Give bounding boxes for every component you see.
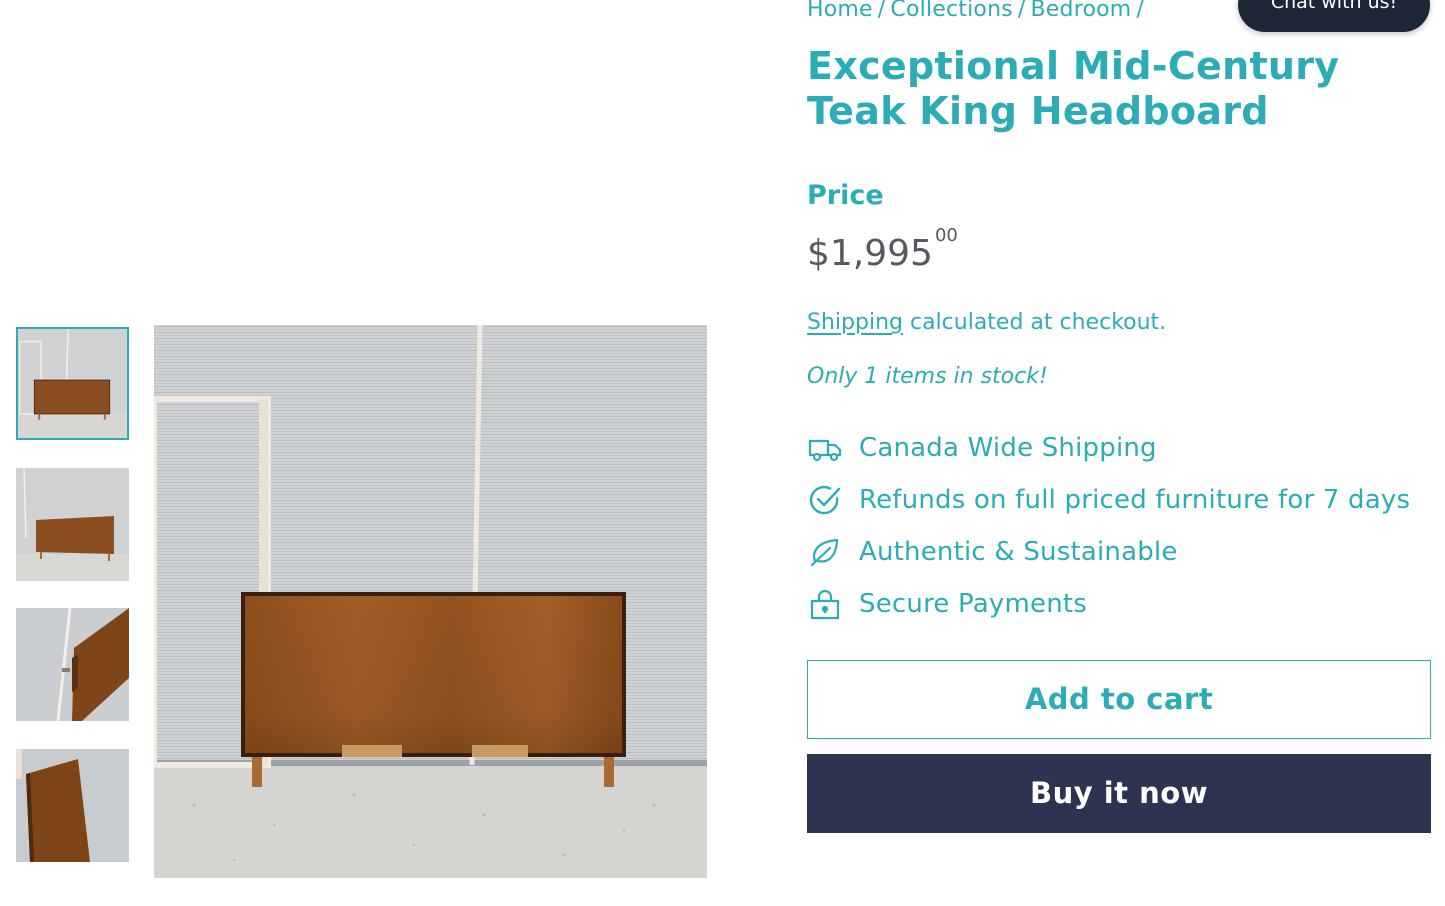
- breadcrumb: Home / Collections / Bedroom /: [807, 0, 1149, 22]
- breadcrumb-bedroom[interactable]: Bedroom: [1031, 0, 1132, 22]
- feature-text: Refunds on full priced furniture for 7 d…: [859, 485, 1411, 515]
- headboard-angle-thumbnail-image: [16, 468, 129, 581]
- main-product-image[interactable]: [154, 325, 707, 878]
- breadcrumb-collections[interactable]: Collections: [890, 0, 1012, 22]
- shipping-note-text: calculated at checkout.: [902, 310, 1167, 335]
- breadcrumb-separator: /: [1017, 0, 1026, 22]
- shipping-note: Shipping calculated at checkout.: [807, 310, 1166, 335]
- feature-item: Canada Wide Shipping: [807, 430, 1157, 466]
- feature-text: Secure Payments: [859, 589, 1088, 619]
- headboard-photo: [154, 325, 707, 878]
- check-circle-icon: [807, 482, 843, 518]
- buy-it-now-button[interactable]: Buy it now: [807, 754, 1431, 833]
- thumbnail-4[interactable]: [16, 749, 129, 862]
- feature-text: Canada Wide Shipping: [859, 433, 1157, 463]
- breadcrumb-home[interactable]: Home: [807, 0, 873, 22]
- lock-icon: [807, 586, 843, 622]
- product-price: $1,995 00: [807, 227, 958, 275]
- headboard-side-thumbnail-image: [16, 608, 129, 721]
- feature-item: Refunds on full priced furniture for 7 d…: [807, 482, 1410, 518]
- headboard-closeup-thumbnail-image: [16, 749, 129, 862]
- leaf-icon: [807, 534, 843, 570]
- thumbnail-2[interactable]: [16, 468, 129, 581]
- feature-item: Authentic & Sustainable: [807, 534, 1178, 570]
- price-main: $1,995: [807, 233, 933, 274]
- headboard-front-thumbnail-image: [18, 329, 127, 438]
- breadcrumb-separator: /: [1136, 0, 1145, 22]
- thumbnail-3[interactable]: [16, 608, 129, 721]
- breadcrumb-separator: /: [877, 0, 886, 22]
- feature-item: Secure Payments: [807, 586, 1087, 622]
- price-cents: 00: [934, 225, 958, 246]
- thumbnail-1[interactable]: [16, 327, 129, 440]
- price-label: Price: [807, 180, 884, 211]
- feature-text: Authentic & Sustainable: [859, 537, 1178, 567]
- chat-button[interactable]: Chat with us!: [1238, 0, 1430, 32]
- stock-status: Only 1 items in stock!: [807, 364, 1048, 389]
- add-to-cart-button[interactable]: Add to cart: [807, 660, 1431, 739]
- product-title: Exceptional Mid-Century Teak King Headbo…: [807, 44, 1340, 133]
- shipping-link[interactable]: Shipping: [807, 310, 903, 335]
- truck-icon: [807, 430, 843, 466]
